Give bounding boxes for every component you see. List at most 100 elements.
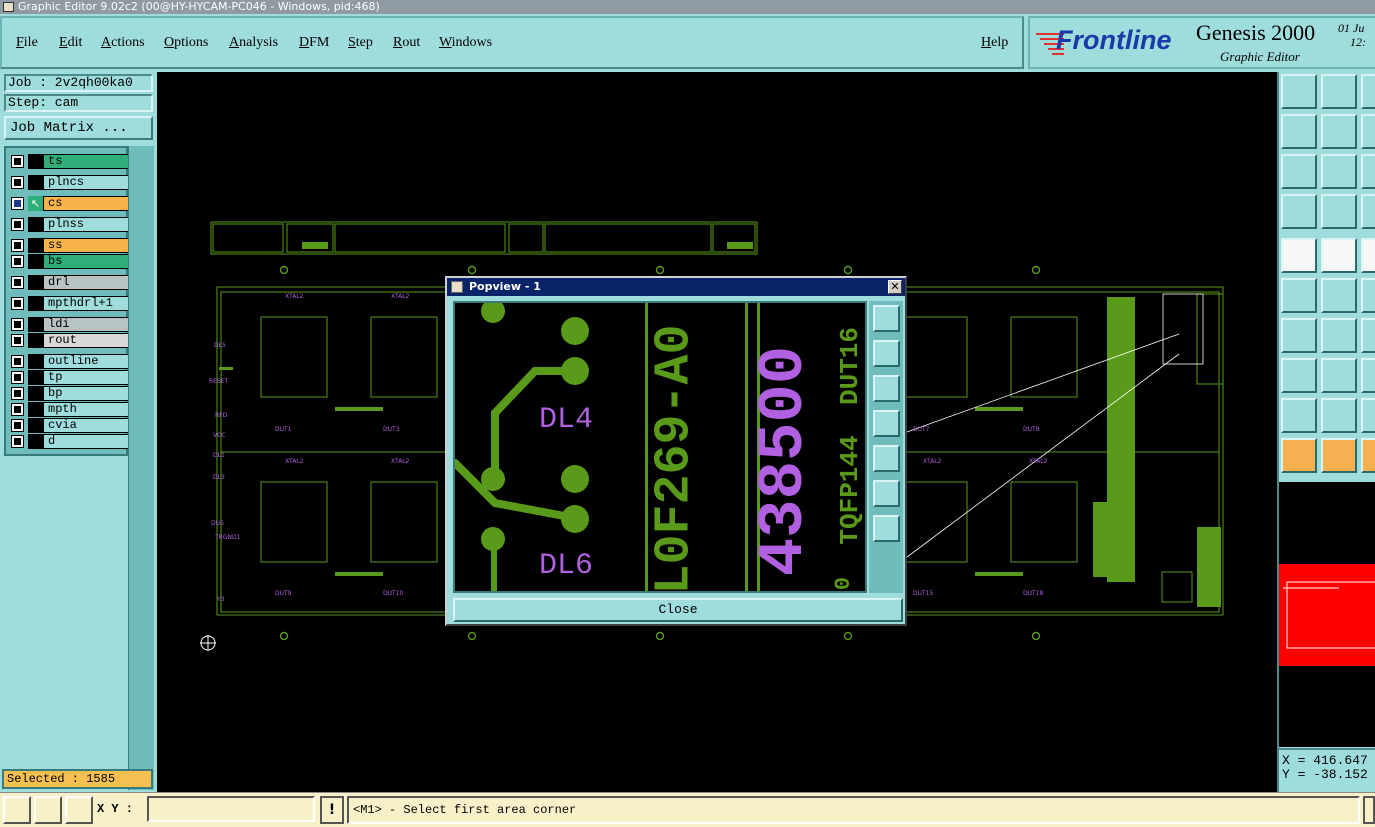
- layer-affect-indicator[interactable]: [28, 238, 43, 253]
- layer-affect-indicator[interactable]: [28, 434, 43, 449]
- layer-name[interactable]: cs: [43, 196, 129, 211]
- select-box-icon[interactable]: [1321, 438, 1357, 473]
- menu-file[interactable]: File: [16, 35, 38, 51]
- layer-name[interactable]: d: [43, 434, 129, 449]
- pan-down-icon[interactable]: [873, 375, 900, 402]
- menu-step[interactable]: Step: [348, 35, 373, 51]
- layer-checkbox[interactable]: [11, 435, 24, 448]
- layer-affect-indicator[interactable]: [28, 317, 43, 332]
- layer-checkbox[interactable]: [11, 255, 24, 268]
- curve-icon[interactable]: [1361, 318, 1375, 353]
- menu-edit[interactable]: Edit: [59, 35, 82, 51]
- layer-name[interactable]: outline: [43, 354, 129, 369]
- layer-checkbox[interactable]: [11, 239, 24, 252]
- layer-checkbox[interactable]: [11, 197, 24, 210]
- pad-icon[interactable]: [1281, 238, 1317, 273]
- job-matrix-button[interactable]: Job Matrix ...: [4, 116, 153, 140]
- minimap[interactable]: [1279, 482, 1375, 747]
- pan-down-icon[interactable]: [1321, 74, 1357, 109]
- zoom-window-icon[interactable]: [873, 305, 900, 332]
- layer-checkbox[interactable]: [11, 297, 24, 310]
- angle-mode-icon[interactable]: [34, 796, 62, 824]
- arc-icon[interactable]: [1361, 278, 1375, 313]
- layer-row[interactable]: plncs: [9, 175, 129, 190]
- grid-mode-icon[interactable]: [65, 796, 93, 824]
- layer-name[interactable]: ss: [43, 238, 129, 253]
- angle-icon[interactable]: [1281, 318, 1317, 353]
- segment-icon[interactable]: [1321, 358, 1357, 393]
- menu-rout[interactable]: Rout: [393, 35, 420, 51]
- layer-affect-indicator[interactable]: [28, 175, 43, 190]
- pan-right-icon[interactable]: [1321, 114, 1357, 149]
- layer-row[interactable]: outline: [9, 354, 129, 369]
- layer-affect-indicator[interactable]: [28, 418, 43, 433]
- pan-left-icon[interactable]: [873, 410, 900, 437]
- layer-checkbox[interactable]: [11, 419, 24, 432]
- layer-affect-indicator[interactable]: [28, 333, 43, 348]
- layer-row[interactable]: plnss: [9, 217, 129, 232]
- points-icon[interactable]: [1281, 358, 1317, 393]
- select-arrow-icon[interactable]: [1281, 438, 1317, 473]
- layer-name[interactable]: mpthdrl+1: [43, 296, 129, 311]
- menu-dfm[interactable]: DFM: [299, 35, 329, 51]
- layer-scrollbar[interactable]: [128, 146, 154, 790]
- triangle-icon[interactable]: [1281, 398, 1317, 433]
- layer-name[interactable]: mpth: [43, 402, 129, 417]
- layer-row[interactable]: ↖ cs: [9, 196, 129, 211]
- bracket-icon[interactable]: [1361, 358, 1375, 393]
- exclamation-button[interactable]: !: [320, 796, 344, 824]
- layer-row[interactable]: bp: [9, 386, 129, 401]
- home-icon[interactable]: [1361, 74, 1375, 109]
- popview-title-bar[interactable]: Popview - 1 ✕: [447, 278, 905, 296]
- layer-row[interactable]: d: [9, 434, 129, 449]
- layer-checkbox[interactable]: [11, 387, 24, 400]
- layer-name[interactable]: cvia: [43, 418, 129, 433]
- layer-row[interactable]: ss: [9, 238, 129, 253]
- wave-icon[interactable]: [1361, 398, 1375, 433]
- popview-canvas[interactable]: DL4 DL6 L0F269-A0 438500 TQFP144 DUT16 0: [453, 301, 867, 593]
- layer-affect-indicator[interactable]: [28, 354, 43, 369]
- layer-checkbox[interactable]: [11, 176, 24, 189]
- menu-help[interactable]: Help: [981, 35, 1008, 51]
- layer-name[interactable]: bs: [43, 254, 129, 269]
- layer-row[interactable]: mpthdrl+1: [9, 296, 129, 311]
- pan-right-icon[interactable]: [873, 445, 900, 472]
- layer-name[interactable]: ts: [43, 154, 129, 169]
- work-layer-icon[interactable]: ↖: [28, 196, 43, 211]
- xy-input[interactable]: [147, 796, 315, 822]
- select-area-icon[interactable]: [1361, 438, 1375, 473]
- layer-affect-indicator[interactable]: [28, 217, 43, 232]
- layer-name[interactable]: ldi: [43, 317, 129, 332]
- pan-up-icon[interactable]: [873, 340, 900, 367]
- layer-name[interactable]: rout: [43, 333, 129, 348]
- layer-row[interactable]: tp: [9, 370, 129, 385]
- pan-left-icon[interactable]: [1281, 114, 1317, 149]
- layer-affect-indicator[interactable]: [28, 154, 43, 169]
- layer-checkbox[interactable]: [11, 318, 24, 331]
- zoom-fit-icon[interactable]: [1281, 154, 1317, 189]
- zoom-fit-icon[interactable]: [873, 480, 900, 507]
- tools-icon[interactable]: [1281, 194, 1317, 229]
- layer-name[interactable]: tp: [43, 370, 129, 385]
- layer-affect-indicator[interactable]: [28, 296, 43, 311]
- layer-row[interactable]: mpth: [9, 402, 129, 417]
- layer-row[interactable]: cvia: [9, 418, 129, 433]
- layer-checkbox[interactable]: [11, 155, 24, 168]
- layer-name[interactable]: drl: [43, 275, 129, 290]
- layer-row[interactable]: bs: [9, 254, 129, 269]
- snap-icon[interactable]: [1361, 194, 1375, 229]
- layer-checkbox[interactable]: [11, 403, 24, 416]
- layer-affect-indicator[interactable]: [28, 386, 43, 401]
- layer-checkbox[interactable]: [11, 334, 24, 347]
- pan-up-icon[interactable]: [1281, 74, 1317, 109]
- layer-checkbox[interactable]: [11, 218, 24, 231]
- layer-row[interactable]: ts: [9, 154, 129, 169]
- shape-icon[interactable]: [1361, 238, 1375, 273]
- undo-icon[interactable]: [1361, 114, 1375, 149]
- close-icon[interactable]: ✕: [888, 280, 902, 294]
- layer-checkbox[interactable]: [11, 355, 24, 368]
- close-button[interactable]: Close: [453, 598, 903, 622]
- connect-icon[interactable]: [1281, 278, 1317, 313]
- peak-icon[interactable]: [1321, 398, 1357, 433]
- layer-name[interactable]: plnss: [43, 217, 129, 232]
